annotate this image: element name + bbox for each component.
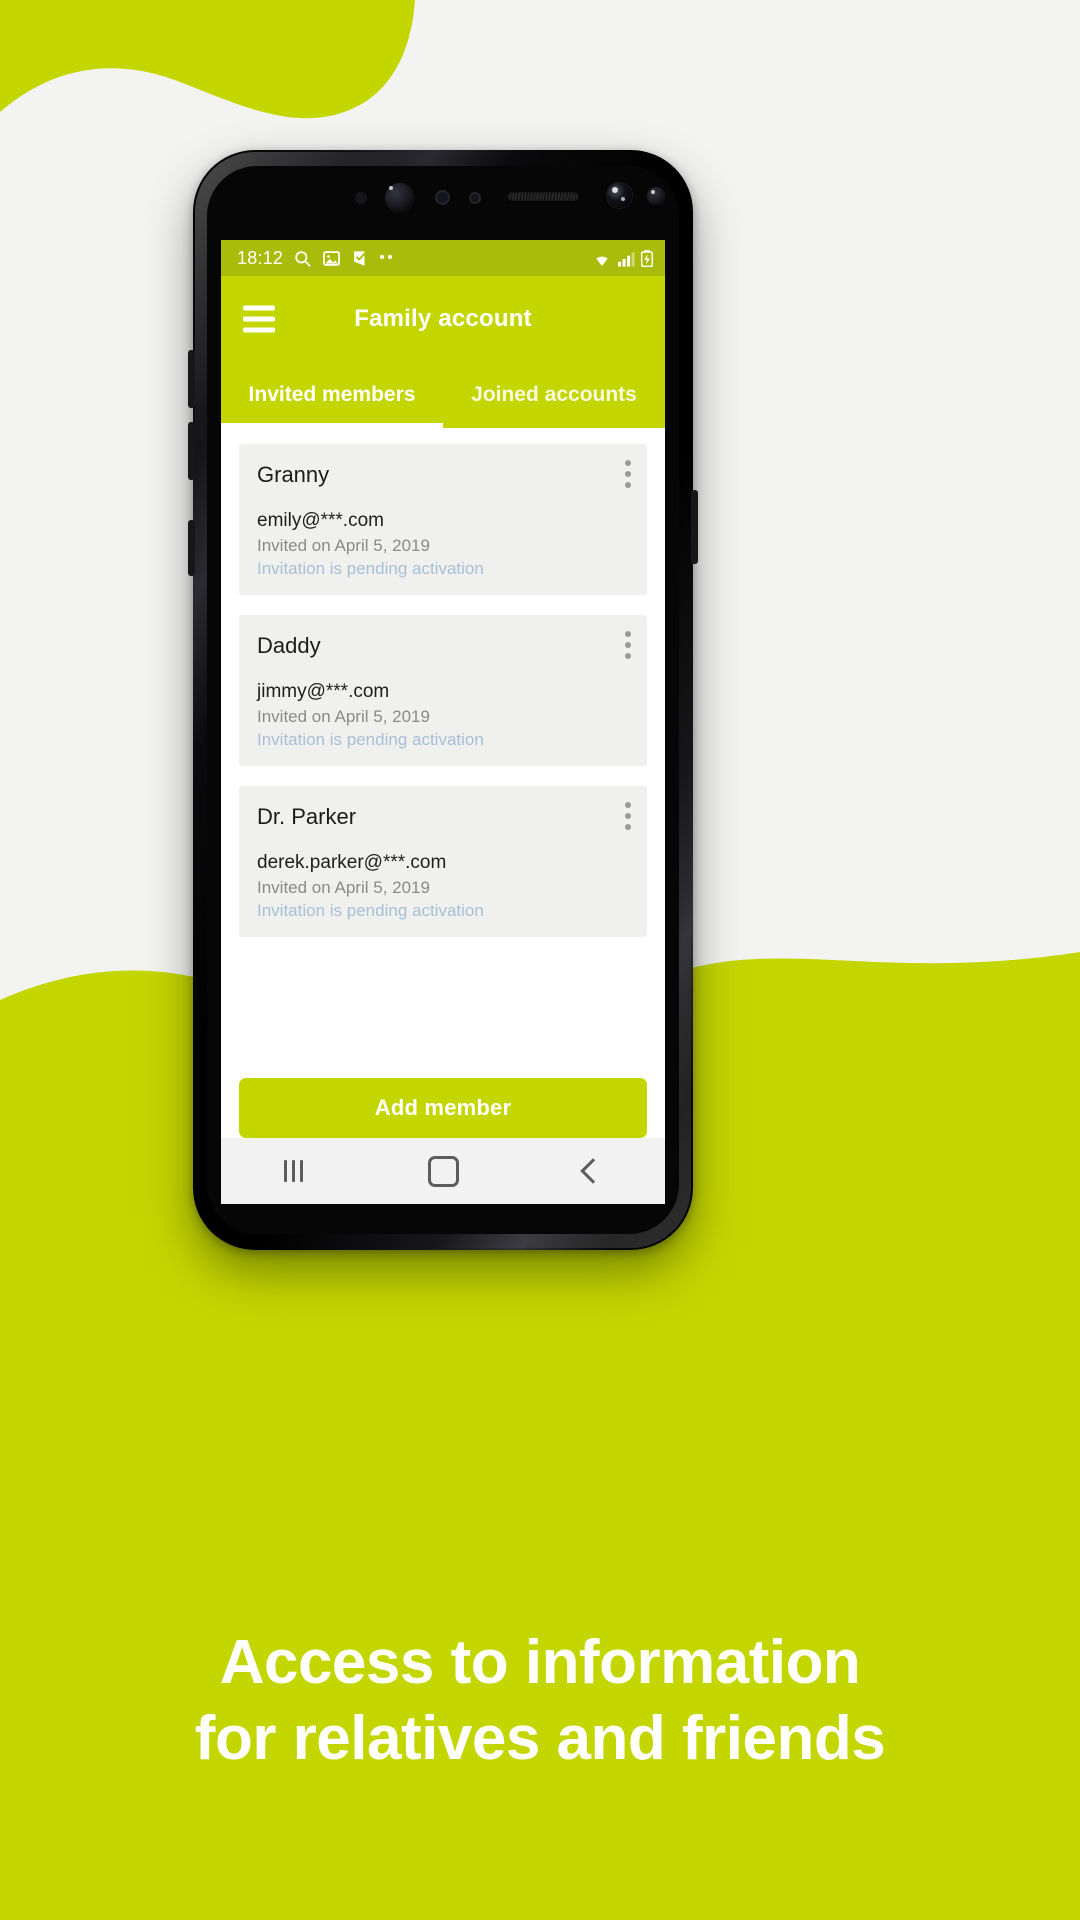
back-icon[interactable] (580, 1158, 607, 1184)
tab-bar: Invited members Joined accounts (221, 362, 665, 428)
member-invited-date: Invited on April 5, 2019 (257, 707, 430, 726)
member-invited-date: Invited on April 5, 2019 (257, 536, 430, 555)
status-bar-right (592, 249, 653, 267)
phone-top-sensors (207, 166, 679, 224)
volume-up-button[interactable] (188, 350, 195, 408)
proximity-sensor (355, 192, 367, 204)
front-camera (607, 183, 632, 208)
tab-joined-accounts[interactable]: Joined accounts (443, 362, 665, 428)
caption-line-1: Access to information (219, 1628, 861, 1697)
android-navigation-bar (221, 1138, 665, 1204)
member-card[interactable]: Daddy jimmy@***.com Invited on April 5, … (239, 615, 647, 766)
image-icon (323, 250, 340, 266)
phone-bezel: 18:12 Family account Invited members Joi… (207, 166, 679, 1234)
kebab-menu-icon[interactable] (625, 460, 631, 493)
assistant-button[interactable] (188, 520, 195, 576)
status-time: 18:12 (237, 247, 284, 268)
tab-joined-accounts-label: Joined accounts (471, 383, 637, 406)
iris-scanner (385, 183, 415, 213)
status-bar-left: 18:12 (237, 247, 393, 269)
wifi-icon (596, 256, 608, 266)
member-email: derek.parker@***.com (257, 852, 447, 873)
checklist-icon (354, 250, 366, 266)
earpiece-speaker (507, 192, 579, 201)
member-name: Daddy (257, 633, 321, 658)
add-member-button[interactable]: Add member (239, 1078, 647, 1138)
member-invited-date: Invited on April 5, 2019 (257, 878, 430, 897)
member-name: Dr. Parker (257, 804, 357, 829)
kebab-menu-icon[interactable] (625, 631, 631, 664)
app-bar: Family account (221, 276, 665, 362)
led-indicator (469, 192, 481, 204)
status-bar: 18:12 (221, 240, 665, 276)
page-title: Family account (354, 305, 532, 332)
member-status: Invitation is pending activation (257, 559, 484, 578)
battery-icon (641, 249, 653, 267)
invited-members-list: Granny emily@***.com Invited on April 5,… (221, 428, 665, 937)
search-icon (295, 250, 311, 266)
tab-active-indicator (221, 423, 443, 428)
caption-line-2: for relatives and friends (194, 1703, 886, 1773)
phone-screen: 18:12 Family account Invited members Joi… (221, 240, 665, 1204)
member-name: Granny (257, 462, 330, 487)
power-button[interactable] (691, 490, 698, 564)
volume-down-button[interactable] (188, 422, 195, 480)
member-card[interactable]: Dr. Parker derek.parker@***.com Invited … (239, 786, 647, 937)
light-sensor (435, 190, 450, 205)
blob-top-left (0, 0, 415, 119)
member-card[interactable]: Granny emily@***.com Invited on April 5,… (239, 444, 647, 595)
iris-emitter (647, 187, 666, 206)
kebab-menu-icon[interactable] (625, 802, 631, 835)
add-member-container: Add member (221, 1078, 665, 1138)
member-email: jimmy@***.com (257, 681, 390, 702)
member-email: emily@***.com (257, 510, 384, 531)
tab-invited-members-label: Invited members (248, 383, 416, 406)
hamburger-menu-icon[interactable] (243, 300, 275, 339)
home-icon[interactable] (427, 1155, 459, 1187)
more-dots-icon (380, 254, 393, 262)
promo-caption: Access to information for relatives and … (0, 1625, 1080, 1776)
signal-icon (618, 251, 635, 267)
member-status: Invitation is pending activation (257, 730, 484, 749)
member-status: Invitation is pending activation (257, 901, 484, 920)
recent-apps-icon[interactable] (283, 1160, 303, 1182)
phone-mockup: 18:12 Family account Invited members Joi… (188, 150, 698, 1250)
tab-invited-members[interactable]: Invited members (221, 362, 443, 428)
